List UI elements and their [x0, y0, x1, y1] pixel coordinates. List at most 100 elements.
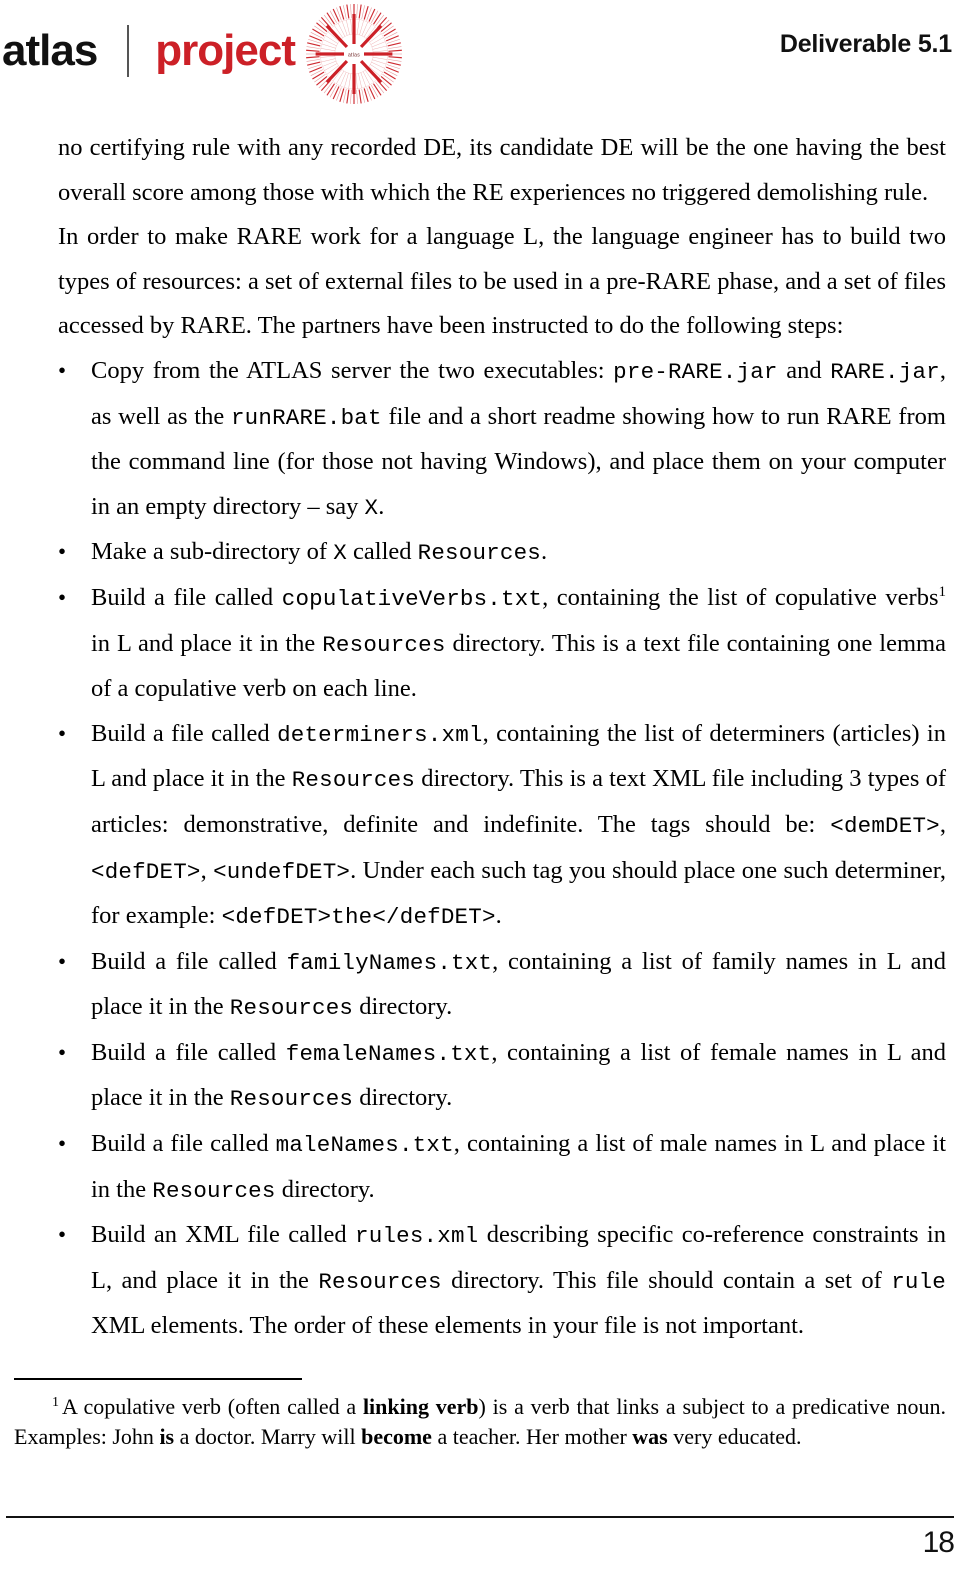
page-body: no certifying rule with any recorded DE,…	[0, 126, 960, 1349]
text-span: and	[777, 356, 831, 384]
list-item-build-rules-xml-file: • Build an XML file called rules.xml desc…	[58, 1213, 946, 1349]
code-span: Resources	[229, 1086, 354, 1113]
code-span: Resources	[291, 767, 416, 794]
bullet-icon: •	[58, 1131, 67, 1157]
text-span: a teacher. Her mother	[431, 1423, 633, 1449]
code-span: runRARE.bat	[230, 404, 382, 431]
text-span: very educated.	[667, 1423, 802, 1449]
code-span: determiners.xml	[277, 721, 483, 748]
page-number: 18	[922, 1526, 955, 1559]
text-span: ,	[200, 856, 214, 884]
bullet-icon: •	[58, 1039, 67, 1065]
code-span: rules.xml	[355, 1223, 479, 1250]
code-span: rule	[891, 1268, 946, 1295]
text-span: , containing the list of copulative verb…	[542, 583, 939, 611]
emphasis-text: become	[361, 1423, 432, 1449]
code-span: familyNames.txt	[286, 949, 493, 976]
list-item-copy-executables: • Copy from the ATLAS server the two exec…	[58, 349, 946, 530]
code-span: <defDET>	[91, 858, 201, 885]
bullet-icon: •	[58, 1222, 67, 1248]
list-item-make-resources-subdirectory: • Make a sub-directory of X called Resour…	[58, 530, 946, 576]
footnote-number: 1	[52, 1394, 59, 1410]
text-span: A copulative verb (often called a	[62, 1394, 363, 1419]
code-span: <undefDET>	[213, 858, 351, 885]
text-span: in L and place it in the	[91, 629, 323, 657]
footnote-area: 1A copulative verb (often called a linki…	[14, 1378, 946, 1451]
bullet-icon: •	[58, 948, 67, 974]
text-span: a doctor. Marry will	[174, 1423, 362, 1449]
text-span: Build a file called	[91, 719, 278, 747]
emphasis-text: linking verb	[362, 1394, 479, 1419]
text-span: Make a sub-directory of	[91, 538, 334, 566]
footer-separator-rule	[6, 1516, 954, 1518]
code-span: femaleNames.txt	[285, 1040, 492, 1067]
list-item-text: Build a file called maleNames.txt, conta…	[91, 1122, 946, 1213]
paragraph-rare-intro: In order to make RARE work for a languag…	[58, 215, 946, 349]
emphasis-text: was	[632, 1423, 668, 1449]
text-span: .	[378, 492, 385, 520]
brand-project-wordmark: project	[155, 26, 296, 75]
brand-lockup: atlas project	[0, 16, 296, 86]
code-span: Resources	[152, 1177, 276, 1204]
code-span: <defDET>the</defDET>	[221, 904, 496, 931]
page-footer: 18	[6, 1496, 955, 1582]
text-span: directory.	[353, 993, 453, 1021]
code-span: Resources	[229, 995, 354, 1022]
text-span: directory. This file should contain a se…	[441, 1266, 892, 1294]
text-span: Build an XML file called	[91, 1221, 356, 1249]
list-item-text: Build a file called copulativeVerbs.txt,…	[91, 576, 946, 712]
text-span: XML elements. The order of these element…	[91, 1312, 805, 1340]
text-span: .	[540, 538, 548, 566]
bullet-icon: •	[58, 539, 67, 565]
text-span: directory.	[275, 1175, 375, 1203]
text-span: called	[346, 538, 418, 566]
list-item-text: Build an XML file called rules.xml descr…	[91, 1213, 946, 1349]
list-item-text: Copy from the ATLAS server the two execu…	[91, 349, 946, 530]
text-span: ,	[939, 810, 946, 838]
list-item-build-female-names-file: • Build a file called femaleNames.txt, co…	[58, 1031, 946, 1122]
code-span: pre-RARE.jar	[613, 358, 778, 385]
text-span: Build a file called	[91, 1038, 286, 1066]
list-item-build-male-names-file: • Build a file called maleNames.txt, cont…	[58, 1122, 946, 1213]
footnote-reference: 1	[938, 583, 947, 600]
code-span: RARE.jar	[830, 358, 940, 385]
text-span: Build a file called	[91, 583, 282, 611]
text-span: Build a file called	[91, 947, 287, 975]
logo-center-text: atlas	[348, 53, 360, 59]
list-item-text: Build a file called familyNames.txt, con…	[91, 940, 946, 1031]
page-header: atlas project atlas Deliverable 5.1	[0, 0, 960, 112]
list-item-text: Build a file called determiners.xml, con…	[91, 712, 946, 940]
list-item-text: Build a file called femaleNames.txt, con…	[91, 1031, 946, 1122]
text-span: Build a file called	[91, 1130, 276, 1158]
brand-atlas-wordmark: atlas	[2, 26, 98, 75]
paragraph-continued: no certifying rule with any recorded DE,…	[58, 126, 946, 215]
list-item-build-determiners-file: • Build a file called determiners.xml, co…	[58, 712, 946, 940]
footnote-text: 1A copulative verb (often called a linki…	[14, 1392, 946, 1451]
list-item-text: Make a sub-directory of X called Resourc…	[91, 530, 946, 576]
code-span: maleNames.txt	[275, 1132, 454, 1159]
bullet-icon: •	[58, 720, 67, 746]
text-span: directory.	[353, 1084, 453, 1112]
paragraph-rare-intro-text: In order to make RARE work for a languag…	[58, 223, 946, 340]
text-span: Copy from the ATLAS server the two execu…	[91, 356, 614, 384]
paragraph-continued-text: no certifying rule with any recorded DE,…	[58, 134, 946, 206]
code-span: copulativeVerbs.txt	[281, 585, 543, 612]
footnote-separator-rule	[14, 1378, 302, 1380]
code-span: X	[364, 494, 379, 521]
list-item-build-family-names-file: • Build a file called familyNames.txt, co…	[58, 940, 946, 1031]
code-span: Resources	[417, 540, 541, 567]
content-column: no certifying rule with any recorded DE,…	[58, 126, 946, 1349]
list-item-build-copulative-verbs-file: • Build a file called copulativeVerbs.txt…	[58, 576, 946, 712]
code-span: X	[333, 540, 347, 567]
emphasis-text: is	[159, 1423, 175, 1449]
brand-divider	[127, 25, 130, 77]
bullet-icon: •	[58, 357, 67, 383]
bullet-icon: •	[58, 584, 67, 610]
atlas-radial-burst-logo-icon: atlas	[296, 2, 412, 106]
text-span: .	[495, 902, 502, 930]
code-span: Resources	[318, 1268, 442, 1295]
deliverable-label: Deliverable 5.1	[779, 30, 952, 58]
steps-list: • Copy from the ATLAS server the two exec…	[58, 349, 946, 1349]
code-span: Resources	[322, 631, 446, 658]
code-span: <demDET>	[830, 812, 940, 839]
